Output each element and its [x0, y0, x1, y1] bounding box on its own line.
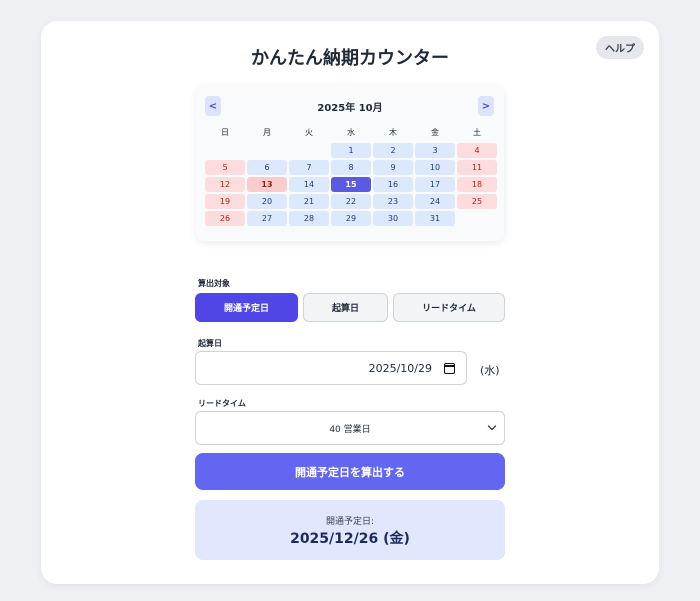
calendar-blank-cell	[247, 143, 287, 158]
target-label: 算出対象	[198, 279, 230, 288]
lead-time-value: 40 営業日	[329, 424, 371, 435]
calendar-day[interactable]: 6	[247, 160, 287, 175]
calendar-day[interactable]: 23	[373, 194, 413, 209]
calendar-day[interactable]: 21	[289, 194, 329, 209]
page-title: かんたん納期カウンター	[251, 48, 449, 69]
calendar: < 2025年 10月 > 日月火水木金土 1 2 3 4 5 6 7 8 9 10 11 12 13 1…	[196, 85, 504, 241]
calendar-day[interactable]: 22	[331, 194, 371, 209]
weekday-header: 日月火水木金土	[205, 127, 495, 139]
calendar-day[interactable]: 12	[205, 177, 245, 192]
weekday-label: 土	[473, 128, 481, 137]
calendar-day[interactable]: 9	[373, 160, 413, 175]
calendar-days-grid: 1 2 3 4 5 6 7 8 9 10 11 12 13 14 15 16 17 18 19 20 21 22 23 24 2…	[205, 143, 497, 226]
calendar-blank-cell	[205, 143, 245, 158]
next-month-button[interactable]: >	[478, 96, 494, 116]
calendar-day[interactable]: 15	[331, 177, 371, 192]
calculate-button[interactable]: 開通予定日を算出する	[195, 453, 505, 490]
calendar-day[interactable]: 28	[289, 211, 329, 226]
calendar-day[interactable]: 19	[205, 194, 245, 209]
weekday-label: 水	[347, 128, 355, 137]
calendar-day[interactable]: 10	[415, 160, 455, 175]
result-label: 開通予定日:	[325, 517, 375, 527]
calendar-day[interactable]: 17	[415, 177, 455, 192]
main-card: ヘルプ かんたん納期カウンター < 2025年 10月 > 日月火水木金土 12…	[41, 21, 659, 584]
start-date-label: 起算日	[198, 339, 222, 348]
target-option-start-date[interactable]: 起算日	[303, 293, 388, 322]
calendar-day[interactable]: 27	[247, 211, 287, 226]
weekday-label: 木	[389, 128, 397, 137]
target-option-open-date[interactable]: 開通予定日	[195, 293, 298, 322]
calendar-month-label: 2025年 10月	[317, 103, 383, 114]
chevron-down-icon	[487, 421, 497, 431]
calendar-day[interactable]: 13	[247, 177, 287, 192]
weekday-label: 金	[431, 128, 439, 137]
target-option-lead-time[interactable]: リードタイム	[393, 293, 505, 322]
calendar-day[interactable]: 3	[415, 143, 455, 158]
calendar-day[interactable]: 24	[415, 194, 455, 209]
start-date-weekday: (水)	[480, 364, 500, 377]
calendar-day[interactable]: 11	[457, 160, 497, 175]
start-date-input[interactable]: 2025/10/29	[195, 351, 467, 385]
calendar-day[interactable]: 1	[331, 143, 371, 158]
weekday-label: 日	[221, 128, 229, 137]
calendar-day[interactable]: 30	[373, 211, 413, 226]
weekday-label: 火	[305, 128, 313, 137]
calendar-icon[interactable]	[444, 363, 455, 374]
calendar-day[interactable]: 29	[331, 211, 371, 226]
calendar-day[interactable]: 14	[289, 177, 329, 192]
calendar-day[interactable]: 7	[289, 160, 329, 175]
calendar-day[interactable]: 2	[373, 143, 413, 158]
calendar-day[interactable]: 8	[331, 160, 371, 175]
result-box: 開通予定日: 2025/12/26 (金)	[195, 500, 505, 560]
calendar-day[interactable]: 25	[457, 194, 497, 209]
lead-time-label: リードタイム	[198, 399, 246, 408]
calendar-day[interactable]: 20	[247, 194, 287, 209]
calendar-day[interactable]: 4	[457, 143, 497, 158]
calendar-day[interactable]: 5	[205, 160, 245, 175]
weekday-label: 月	[263, 128, 271, 137]
calendar-day[interactable]: 16	[373, 177, 413, 192]
calendar-day[interactable]: 18	[457, 177, 497, 192]
calendar-blank-cell	[289, 143, 329, 158]
lead-time-select[interactable]: 40 営業日	[195, 411, 505, 445]
result-value: 2025/12/26 (金)	[290, 531, 410, 547]
calendar-day[interactable]: 26	[205, 211, 245, 226]
calendar-day[interactable]: 31	[415, 211, 455, 226]
start-date-value: 2025/10/29	[368, 361, 432, 375]
